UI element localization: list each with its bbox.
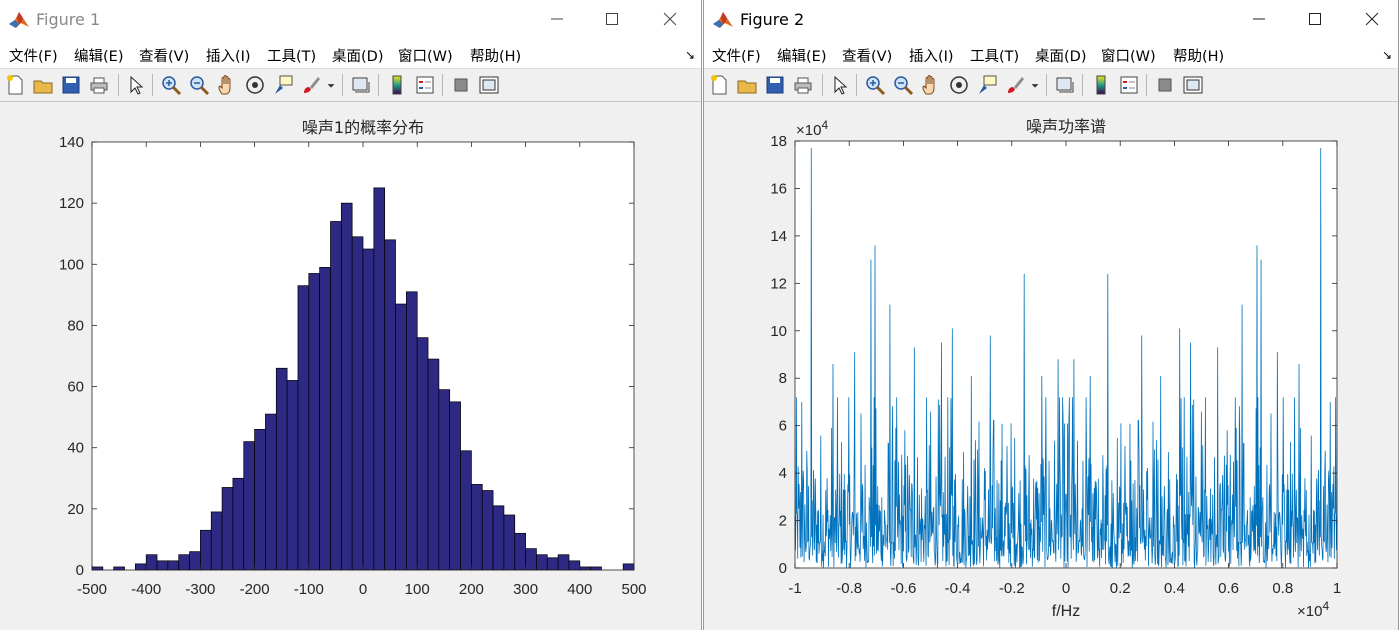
y-tick-label: 120 bbox=[59, 195, 84, 212]
histogram-bar bbox=[91, 566, 104, 571]
histogram-bar bbox=[221, 487, 234, 571]
x-tick-label: -200 bbox=[240, 581, 270, 598]
x-axis-label: f/Hz bbox=[1052, 603, 1080, 620]
histogram-bar bbox=[557, 554, 570, 571]
histogram-bar bbox=[156, 560, 169, 571]
histogram-bar bbox=[373, 187, 386, 571]
x-tick-label: 0.8 bbox=[1272, 580, 1293, 597]
x-tick-label: 400 bbox=[567, 581, 592, 598]
x-tick-label: 0.6 bbox=[1218, 580, 1239, 597]
histogram-bar bbox=[330, 221, 342, 571]
histogram-bar bbox=[438, 389, 451, 571]
histogram-bar bbox=[525, 548, 537, 571]
x-tick-label: -1 bbox=[788, 580, 801, 597]
histogram-bar bbox=[254, 429, 266, 571]
histogram-bar bbox=[546, 557, 559, 571]
histogram-bar bbox=[503, 514, 516, 571]
histogram-plot: -500 -400 -300 -200 -100 0 100 200 300 400 500 0 20 4… bbox=[59, 118, 647, 598]
histogram-bar bbox=[416, 337, 429, 571]
histogram-bar bbox=[579, 566, 591, 571]
x-tick-label: 0.4 bbox=[1164, 580, 1185, 597]
y-tick-label: 12 bbox=[770, 275, 787, 292]
y-tick-label: 6 bbox=[779, 418, 787, 435]
histogram-bar bbox=[492, 505, 505, 571]
x-axis-exponent: ×104 bbox=[1297, 599, 1329, 620]
histogram-bar bbox=[622, 563, 635, 571]
histogram-bar bbox=[362, 248, 375, 571]
x-tick-label: 500 bbox=[621, 581, 646, 598]
y-tick-label: 80 bbox=[67, 317, 84, 334]
histogram-bar bbox=[265, 413, 277, 571]
figure-window-1: Figure 1 文件(F) 编辑(E) 查看(V) 插入(I) 工具(T) 桌… bbox=[0, 0, 702, 630]
y-tick-label: 40 bbox=[67, 440, 84, 457]
histogram-bar bbox=[384, 239, 396, 571]
figure-window-2: Figure 2 文件(F) 编辑(E) 查看(V) 插入(I) 工具(T) 桌… bbox=[703, 0, 1399, 630]
histogram-bar bbox=[568, 560, 581, 571]
histogram-bar bbox=[471, 484, 483, 571]
x-tick-label: -100 bbox=[294, 581, 324, 598]
histogram-bar bbox=[178, 554, 190, 571]
chart-title: 噪声功率谱 bbox=[1026, 117, 1106, 136]
y-tick-label: 0 bbox=[779, 560, 787, 577]
y-tick-label: 4 bbox=[779, 465, 787, 482]
y-tick-label: 14 bbox=[770, 228, 787, 245]
x-tick-label: 0 bbox=[359, 581, 367, 598]
y-tick-label: 16 bbox=[770, 180, 787, 197]
y-tick-label: 10 bbox=[770, 323, 787, 340]
histogram-bar bbox=[536, 554, 548, 571]
histogram-bar bbox=[232, 477, 245, 571]
x-tick-label: -0.4 bbox=[945, 580, 971, 597]
histogram-bar bbox=[481, 490, 494, 571]
histogram-bar bbox=[243, 441, 255, 571]
histogram-bar bbox=[145, 554, 158, 571]
x-tick-label: 0.2 bbox=[1110, 580, 1131, 597]
histogram-bar bbox=[351, 236, 364, 571]
histogram-bar bbox=[210, 511, 223, 571]
x-tick-label: -0.2 bbox=[999, 580, 1025, 597]
histogram-bar bbox=[200, 529, 212, 571]
y-tick-label: 140 bbox=[59, 134, 84, 151]
histogram-bar bbox=[395, 303, 407, 571]
x-tick-label: -0.8 bbox=[836, 580, 862, 597]
x-tick-label: 200 bbox=[459, 581, 484, 598]
y-tick-label: 60 bbox=[67, 379, 84, 396]
histogram-bar bbox=[308, 273, 320, 571]
y-tick-label: 18 bbox=[770, 133, 787, 150]
y-tick-label: 100 bbox=[59, 256, 84, 273]
histogram-bar bbox=[297, 285, 310, 571]
y-axis-exponent: ×104 bbox=[796, 118, 828, 139]
histogram-bar bbox=[449, 401, 461, 571]
x-tick-label: 300 bbox=[513, 581, 538, 598]
histogram-bar bbox=[340, 202, 353, 571]
histogram-bar bbox=[514, 532, 526, 571]
y-tick-label: 20 bbox=[67, 501, 84, 518]
x-tick-label: -0.6 bbox=[890, 580, 916, 597]
x-tick-label: 100 bbox=[405, 581, 430, 598]
spectrum-plot: -1 -0.8 -0.6 -0.4 -0.2 0 0.2 0.4 0.6 0.8 102468101… bbox=[770, 117, 1341, 620]
histogram-bar bbox=[427, 358, 440, 571]
chart-title: 噪声1的概率分布 bbox=[302, 118, 424, 137]
y-tick-label: 2 bbox=[779, 513, 787, 530]
histogram-bar bbox=[286, 380, 299, 571]
x-tick-label: -400 bbox=[131, 581, 161, 598]
x-tick-label: 0 bbox=[1062, 580, 1070, 597]
histogram-bar bbox=[590, 566, 602, 571]
y-tick-label: 0 bbox=[76, 562, 84, 579]
x-tick-label: -300 bbox=[185, 581, 215, 598]
y-tick-label: 8 bbox=[779, 370, 787, 387]
histogram-bar bbox=[460, 450, 472, 571]
histogram-bar bbox=[113, 566, 125, 571]
histogram-bar bbox=[189, 551, 201, 571]
x-tick-label: -500 bbox=[77, 581, 107, 598]
histogram-bar bbox=[275, 367, 288, 571]
histogram-bar bbox=[135, 563, 147, 571]
histogram-bar bbox=[406, 291, 418, 571]
x-tick-label: 1 bbox=[1333, 580, 1341, 597]
histogram-bar bbox=[167, 560, 180, 571]
histogram-bar bbox=[319, 266, 331, 571]
